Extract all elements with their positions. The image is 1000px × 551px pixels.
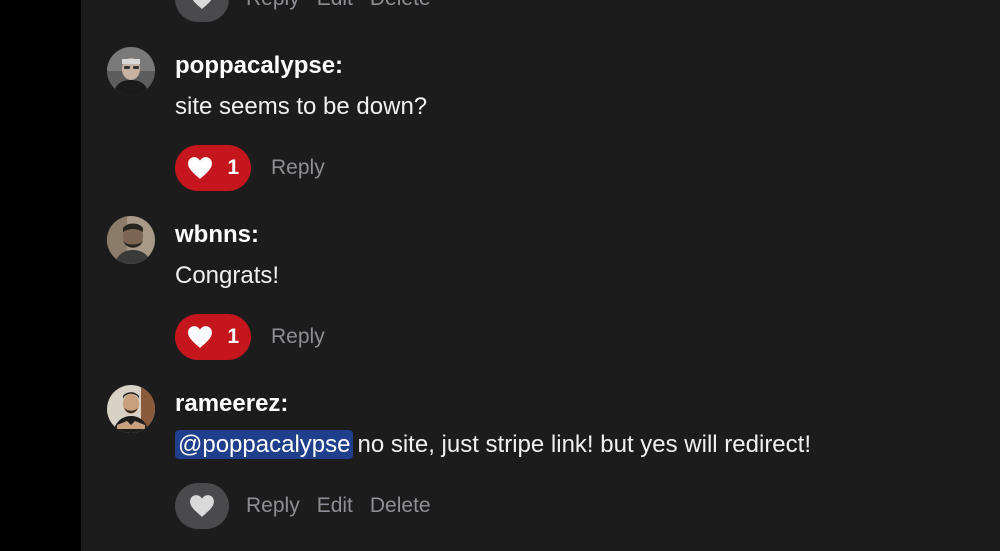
- like-button[interactable]: [175, 483, 229, 529]
- edit-link[interactable]: Edit: [317, 0, 353, 11]
- heart-icon: [188, 326, 212, 348]
- comment-text: @poppacalypse no site, just stripe link! …: [175, 430, 811, 460]
- username[interactable]: rameerez:: [175, 389, 288, 419]
- avatar[interactable]: [107, 385, 155, 433]
- like-button[interactable]: 1: [175, 145, 251, 191]
- like-count: 1: [227, 156, 239, 179]
- like-count: 1: [227, 325, 239, 348]
- comments-panel: Reply Edit Delete poppacalypse: site see…: [81, 0, 1000, 551]
- like-button[interactable]: 1: [175, 314, 251, 360]
- edit-link[interactable]: Edit: [317, 494, 353, 518]
- comment-text-content: no site, just stripe link! but yes will …: [357, 431, 811, 458]
- delete-link[interactable]: Delete: [370, 0, 431, 11]
- reply-link[interactable]: Reply: [271, 325, 325, 349]
- comment-text: site seems to be down?: [175, 93, 428, 120]
- reply-link[interactable]: Reply: [246, 494, 300, 518]
- comment-text: Congrats!: [175, 262, 280, 289]
- heart-icon: [190, 495, 214, 517]
- previous-comment-actions: Reply Edit Delete: [175, 0, 431, 22]
- delete-link[interactable]: Delete: [370, 494, 431, 518]
- reply-link[interactable]: Reply: [271, 156, 325, 180]
- avatar[interactable]: [107, 47, 155, 95]
- comment-actions: Reply Edit Delete: [175, 483, 431, 529]
- comment-actions: 1 Reply: [175, 314, 325, 360]
- reply-link[interactable]: Reply: [246, 0, 300, 11]
- username[interactable]: poppacalypse:: [175, 51, 343, 81]
- mention-tag[interactable]: @poppacalypse: [175, 430, 354, 459]
- heart-icon: [192, 0, 212, 9]
- comment-actions: 1 Reply: [175, 145, 325, 191]
- username[interactable]: wbnns:: [175, 220, 259, 250]
- like-button[interactable]: [175, 0, 229, 22]
- avatar[interactable]: [107, 216, 155, 264]
- heart-icon: [188, 157, 212, 179]
